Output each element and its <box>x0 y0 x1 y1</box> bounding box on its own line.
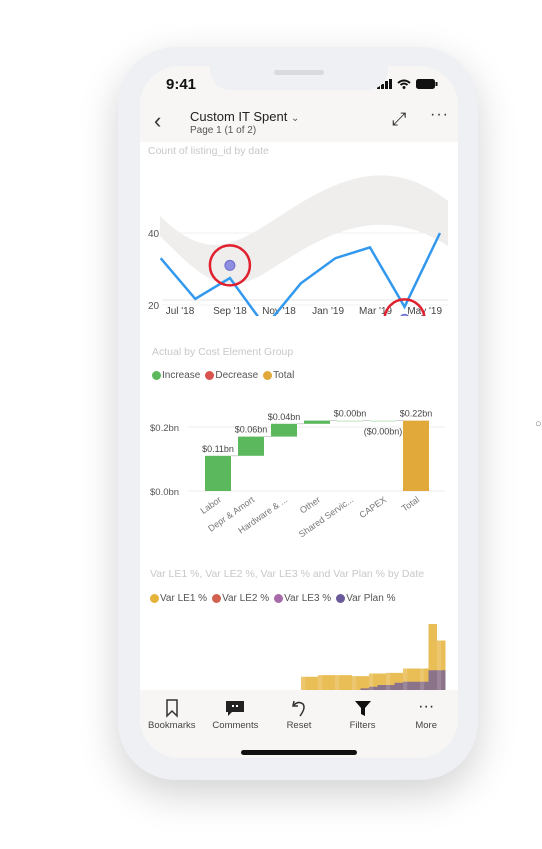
legend-decrease[interactable]: Decrease <box>205 370 258 381</box>
legend-label: Var Plan % <box>346 593 396 604</box>
area-chart[interactable] <box>140 616 458 690</box>
line-chart[interactable]: 2040Jul '18 Sep '18 Nov '18 Jan '19 Mar '19 M… <box>140 156 458 316</box>
waterfall-bar <box>271 423 297 437</box>
legend-label: Var LE2 % <box>222 593 270 604</box>
wifi-icon <box>397 79 411 89</box>
waterfall-bar <box>403 420 429 491</box>
expand-icon[interactable]: ⤢ <box>392 109 406 130</box>
toolbar-label: Comments <box>212 720 259 731</box>
toolbar-label: More <box>415 720 437 731</box>
toolbar-label: Filters <box>349 720 376 731</box>
waterfall-bar <box>337 420 363 422</box>
more-options-icon[interactable]: ··· <box>430 106 449 124</box>
area-stripe <box>301 616 306 690</box>
data-label: $0.22bn <box>400 409 433 419</box>
report-title[interactable]: Custom IT Spent ⌄ <box>190 109 299 124</box>
data-label: $0.11bn <box>202 444 234 454</box>
waterfall-chart[interactable]: $0.0bn$0.2bn$0.11bnLabor$0.06bnDepr & Am… <box>140 396 458 556</box>
area-stripe <box>250 616 255 690</box>
area-chart-title: Var LE1 %, Var LE2 %, Var LE3 % and Var … <box>150 568 425 580</box>
chevron-down-icon[interactable]: ⌄ <box>291 113 299 124</box>
x-tick-label: Sep '18 <box>213 306 247 316</box>
data-label: ($0.00bn) <box>364 427 403 437</box>
legend-increase[interactable]: Increase <box>152 370 200 381</box>
data-label: $0.00bn <box>334 409 367 419</box>
area-stripe <box>369 616 374 690</box>
data-label: $0.06bn <box>235 425 268 435</box>
area-stripe <box>352 616 357 690</box>
waterfall-title: Actual by Cost Element Group <box>152 346 294 358</box>
chevron-left-icon[interactable]: ‹ <box>154 108 161 134</box>
legend-label: Decrease <box>215 370 259 381</box>
y-tick-label: $0.2bn <box>150 423 179 434</box>
x-tick-label: Jan '19 <box>312 306 344 316</box>
legend-label: Var LE3 % <box>284 593 332 604</box>
cursor-mark: ○ <box>535 418 542 430</box>
area-series <box>250 624 446 690</box>
area-stripe <box>335 616 340 690</box>
report-header: ‹ Custom IT Spent ⌄ Page 1 (1 of 2) ⤢ ··… <box>140 100 458 142</box>
legend-label: Var LE1 % <box>160 593 208 604</box>
toolbar-label: Bookmarks <box>148 720 196 731</box>
legend-label: Increase <box>162 370 201 381</box>
data-label: $0.04bn <box>268 412 301 422</box>
area-stripe <box>318 616 323 690</box>
reset-button[interactable]: Reset <box>267 690 331 758</box>
status-time: 9:41 <box>166 76 197 93</box>
comments-button[interactable]: Comments <box>204 690 268 758</box>
bookmark-icon <box>166 699 178 718</box>
toolbar-label: Reset <box>286 720 312 731</box>
status-icons <box>377 79 438 89</box>
bottom-toolbar: Bookmarks Comments Reset Filters ··· Mor… <box>140 690 458 758</box>
battery-icon <box>416 79 438 89</box>
anomaly-marker <box>224 259 236 271</box>
waterfall-legend: Increase Decrease Total <box>152 370 296 381</box>
ellipsis-icon: ··· <box>418 698 435 715</box>
legend-var-plan[interactable]: Var Plan % <box>336 593 395 604</box>
legend-total[interactable]: Total <box>263 370 294 381</box>
area-legend: Var LE1 % Var LE2 % Var LE3 % Var Plan % <box>150 593 397 604</box>
waterfall-bar <box>238 436 264 456</box>
home-indicator[interactable] <box>241 750 357 755</box>
x-tick-label: Labor <box>199 494 224 515</box>
x-tick-label: Jul '18 <box>166 306 195 316</box>
bookmarks-button[interactable]: Bookmarks <box>140 690 204 758</box>
y-tick-label: 20 <box>148 301 160 312</box>
area-stripe <box>284 616 289 690</box>
report-title-text: Custom IT Spent <box>190 109 288 124</box>
more-button[interactable]: ··· More <box>394 690 458 758</box>
x-tick-label: CAPEX <box>357 494 388 520</box>
waterfall-bar <box>304 420 330 424</box>
confidence-band <box>160 175 448 284</box>
legend-var-le3[interactable]: Var LE3 % <box>274 593 331 604</box>
legend-var-le1[interactable]: Var LE1 % <box>150 593 207 604</box>
x-tick-label: Other <box>298 494 322 515</box>
waterfall-bar <box>205 455 231 491</box>
comment-icon <box>226 701 245 716</box>
x-tick-label: Total <box>400 494 421 513</box>
undo-icon <box>292 700 305 717</box>
area-stripe <box>437 616 442 690</box>
legend-label: Total <box>273 370 295 381</box>
legend-var-le2[interactable]: Var LE2 % <box>212 593 269 604</box>
waterfall-bar <box>370 420 396 422</box>
y-tick-label: $0.0bn <box>150 487 179 498</box>
filter-icon <box>354 701 371 716</box>
area-stripe <box>420 616 425 690</box>
phone-notch <box>210 66 388 90</box>
page-indicator: Page 1 (1 of 2) <box>190 125 257 136</box>
area-stripe <box>386 616 391 690</box>
area-stripe <box>403 616 408 690</box>
phone-screen: 9:41 ‹ Custom IT Spent ⌄ Page 1 (1 of 2)… <box>140 66 458 758</box>
filters-button[interactable]: Filters <box>331 690 395 758</box>
y-tick-label: 40 <box>148 229 160 240</box>
area-stripe <box>267 616 272 690</box>
